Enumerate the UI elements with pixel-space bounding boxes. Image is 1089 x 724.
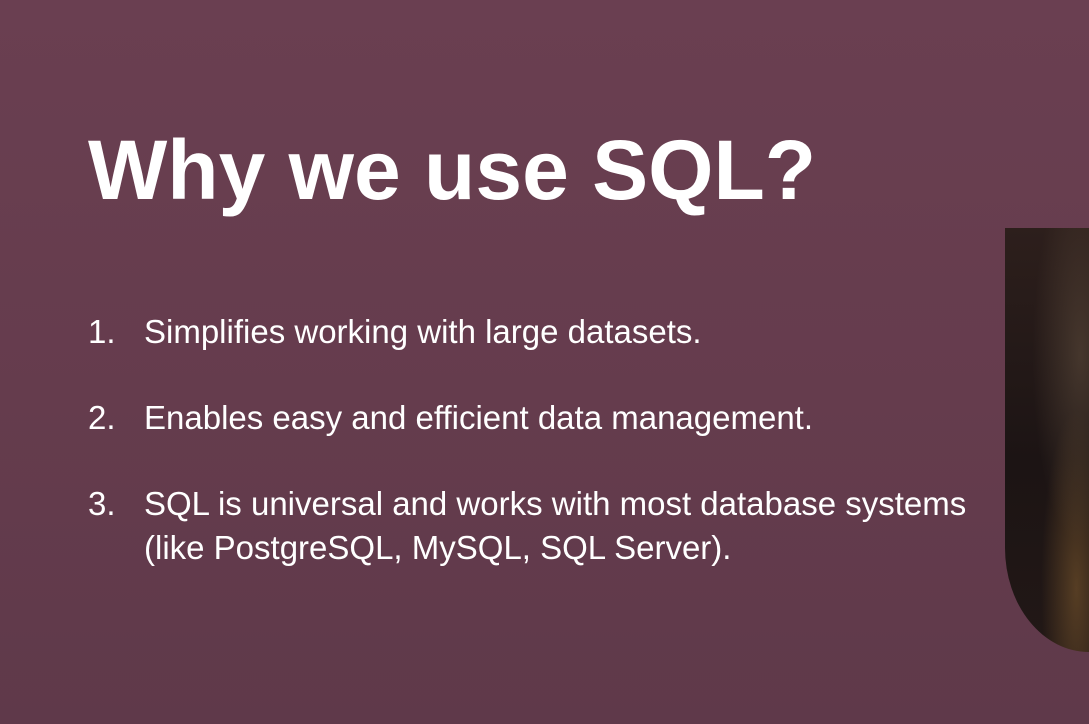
list-item-text: SQL is universal and works with most dat… <box>144 485 967 566</box>
list-item-number: 3. <box>88 485 116 522</box>
presentation-slide: Why we use SQL? 1. Simplifies working wi… <box>0 0 1089 724</box>
list-item: 2. Enables easy and efficient data manag… <box>88 396 968 440</box>
list-item: 1. Simplifies working with large dataset… <box>88 310 968 354</box>
list-item: 3. SQL is universal and works with most … <box>88 482 968 570</box>
list-item-number: 1. <box>88 313 116 350</box>
list-item-text: Enables easy and efficient data manageme… <box>144 399 814 436</box>
reasons-list: 1. Simplifies working with large dataset… <box>88 310 968 612</box>
list-item-number: 2. <box>88 399 116 436</box>
presenter-webcam-overlay <box>1005 228 1089 652</box>
list-item-text: Simplifies working with large datasets. <box>144 313 702 350</box>
slide-title: Why we use SQL? <box>88 123 817 217</box>
